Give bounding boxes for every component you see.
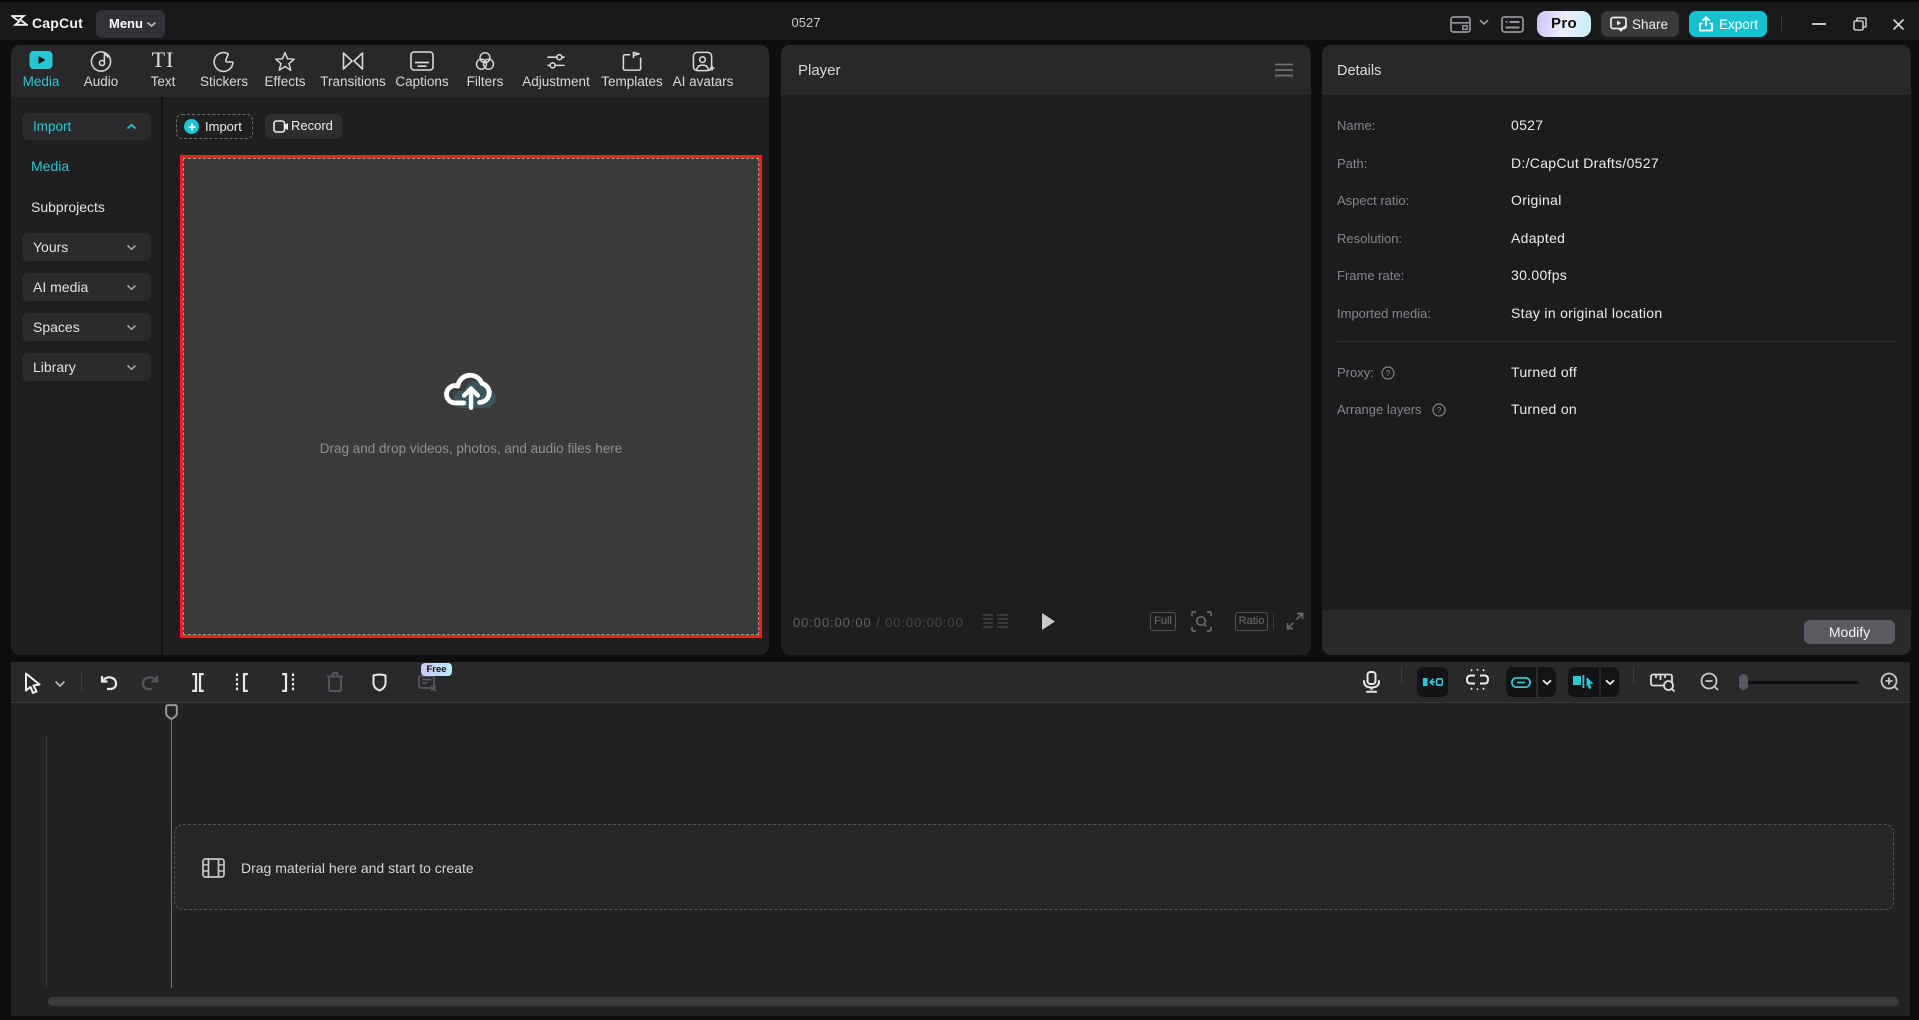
svg-text:?: ? xyxy=(1386,368,1391,378)
svg-text:?: ? xyxy=(1437,405,1442,415)
